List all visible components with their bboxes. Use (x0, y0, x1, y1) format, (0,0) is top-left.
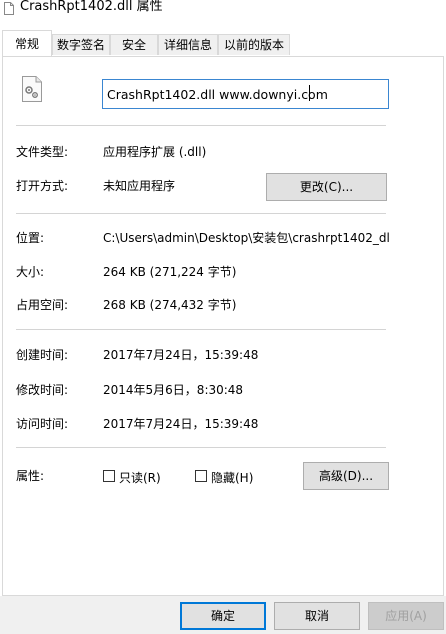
file-type-label: 文件类型: (16, 145, 69, 159)
modified-label: 修改时间: (16, 383, 69, 397)
readonly-label[interactable]: 只读(R) (119, 469, 161, 486)
tab-details[interactable]: 详细信息 (158, 34, 218, 55)
separator (16, 125, 386, 126)
readonly-checkbox[interactable] (103, 470, 115, 482)
tab-previous-versions[interactable]: 以前的版本 (218, 34, 290, 55)
file-type-value: 应用程序扩展 (.dll) (103, 145, 207, 159)
size-on-disk-value: 268 KB (274,432 字节) (103, 298, 237, 312)
separator (16, 447, 386, 448)
general-panel (2, 56, 444, 596)
opens-with-label: 打开方式: (16, 179, 69, 193)
text-caret (309, 85, 310, 101)
ok-button[interactable]: 确定 (180, 602, 266, 630)
file-icon (4, 2, 14, 15)
hidden-label[interactable]: 隐藏(H) (211, 469, 253, 486)
tab-security[interactable]: 安全 (110, 34, 158, 55)
apply-button[interactable]: 应用(A) (368, 602, 444, 630)
separator (16, 213, 386, 214)
hidden-checkbox[interactable] (195, 470, 207, 482)
advanced-button[interactable]: 高级(D)... (303, 462, 389, 490)
created-label: 创建时间: (16, 348, 69, 362)
opens-with-value: 未知应用程序 (103, 179, 176, 193)
location-label: 位置: (16, 231, 45, 245)
dll-file-icon (22, 76, 42, 102)
size-on-disk-label: 占用空间: (16, 298, 69, 312)
tab-general[interactable]: 常规 (2, 30, 52, 56)
change-button[interactable]: 更改(C)... (266, 173, 387, 201)
tab-digital-signatures[interactable]: 数字签名 (52, 34, 110, 55)
file-name-input[interactable] (102, 79, 389, 109)
created-value: 2017年7月24日，15:39:48 (103, 348, 259, 362)
accessed-value: 2017年7月24日，15:39:48 (103, 417, 259, 431)
separator (16, 329, 386, 330)
cancel-button[interactable]: 取消 (274, 602, 360, 630)
modified-value: 2014年5月6日，8:30:48 (103, 383, 244, 397)
location-value[interactable]: C:\Users\admin\Desktop\安装包\crashrpt1402_… (103, 229, 389, 246)
title-bar: CrashRpt1402.dll 属性 (0, 0, 446, 30)
size-label: 大小: (16, 265, 45, 279)
accessed-label: 访问时间: (16, 417, 69, 431)
size-value: 264 KB (271,224 字节) (103, 265, 237, 279)
tab-strip: 常规 数字签名 安全 详细信息 以前的版本 (0, 30, 446, 57)
window-title: CrashRpt1402.dll 属性 (20, 0, 163, 14)
attributes-label: 属性: (16, 469, 45, 483)
